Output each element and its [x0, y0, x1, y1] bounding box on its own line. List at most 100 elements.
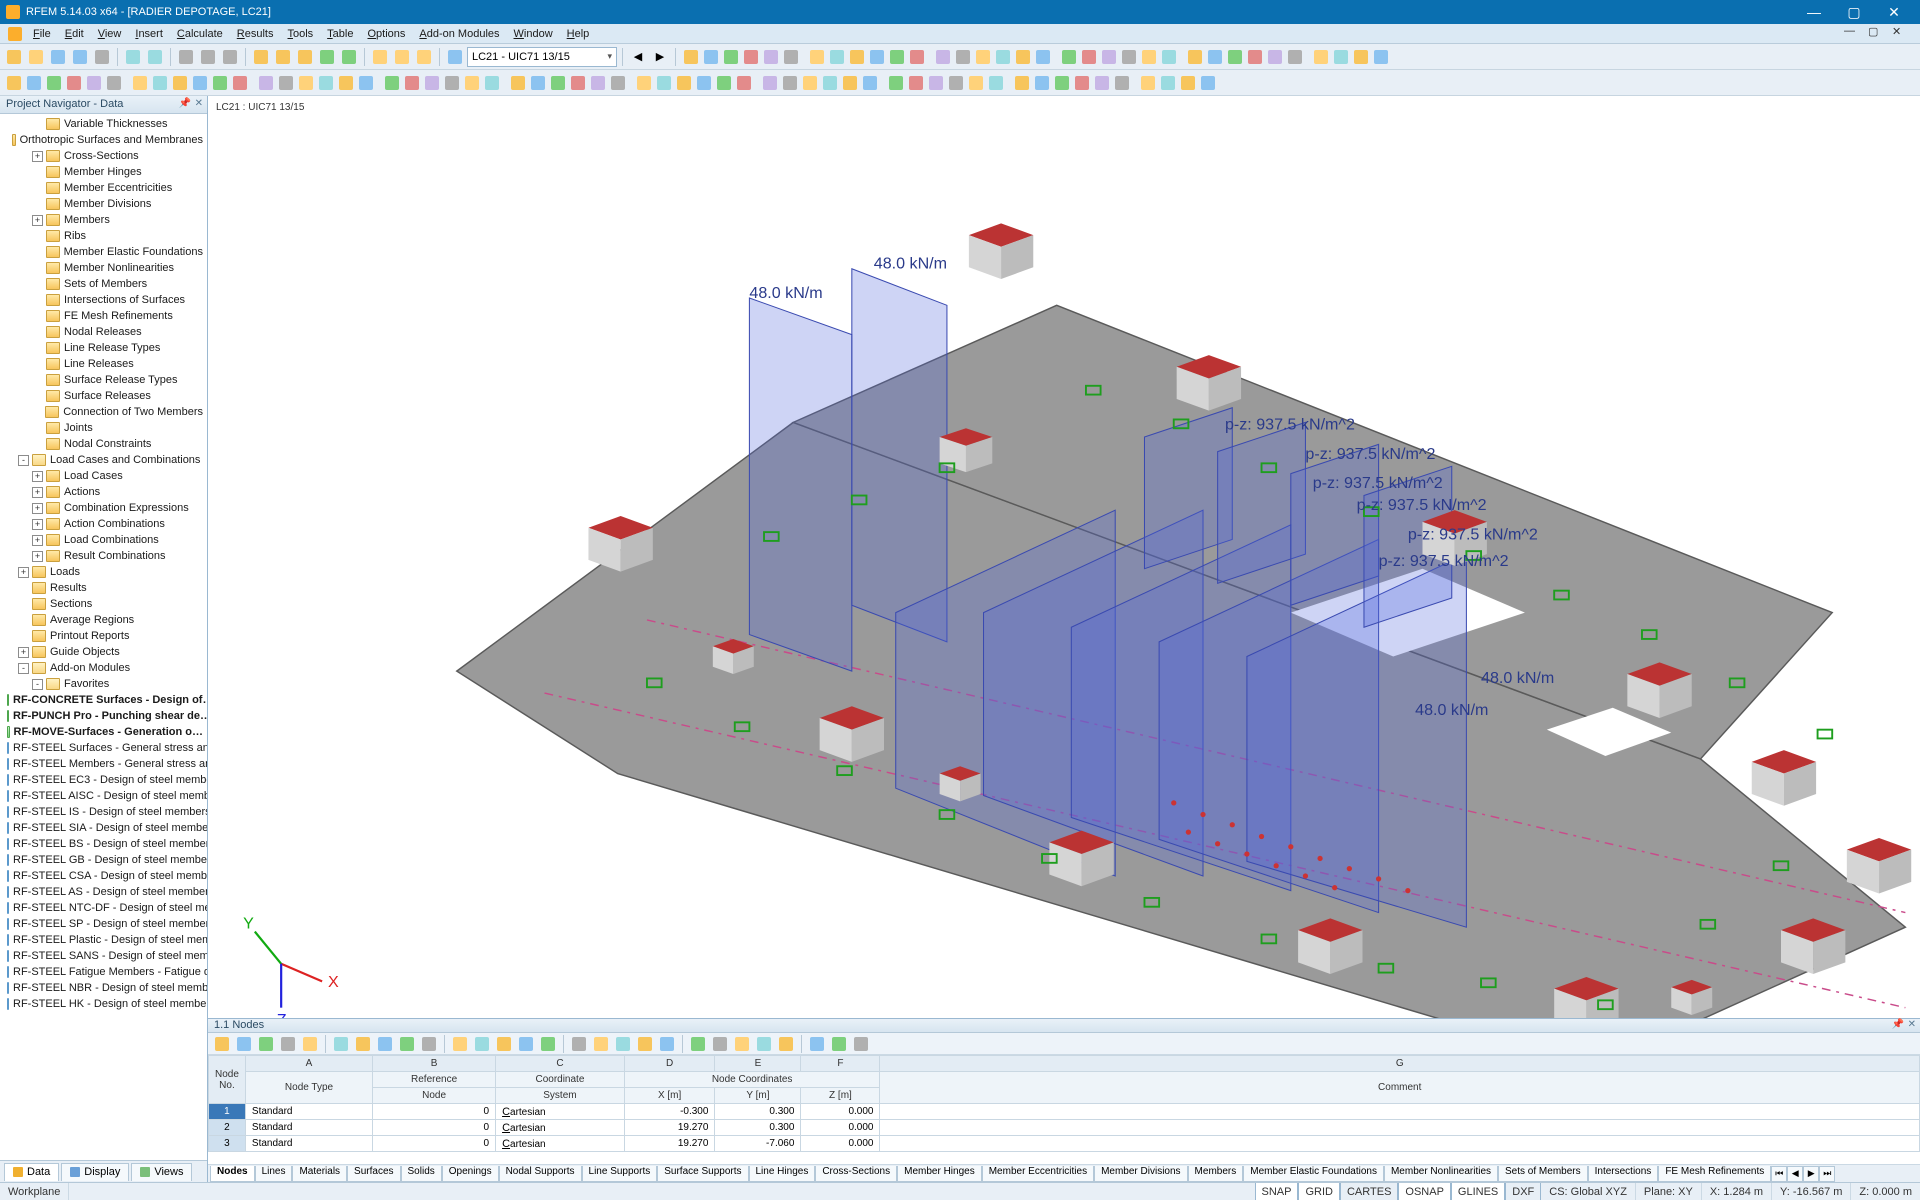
- tree-item[interactable]: RF-STEEL AS - Design of steel members: [0, 884, 207, 900]
- tree-item[interactable]: RF-STEEL Fatigue Members - Fatigue de: [0, 964, 207, 980]
- cell-z[interactable]: 0.000: [801, 1104, 880, 1120]
- tree-item[interactable]: RF-STEEL AISC - Design of steel membe: [0, 788, 207, 804]
- table-tab[interactable]: Member Elastic Foundations: [1243, 1166, 1384, 1182]
- toolbar-button[interactable]: [860, 73, 880, 93]
- tree-item[interactable]: +Members: [0, 212, 207, 228]
- nav-tab-views[interactable]: Views: [131, 1163, 192, 1181]
- toolbar-button[interactable]: [462, 73, 482, 93]
- tree-item[interactable]: +Loads: [0, 564, 207, 580]
- toolbar-button[interactable]: [588, 73, 608, 93]
- toolbar-button[interactable]: [1158, 73, 1178, 93]
- tree-item[interactable]: RF-STEEL Plastic - Design of steel memb: [0, 932, 207, 948]
- cell-sys[interactable]: Cartesian: [496, 1120, 625, 1136]
- toolbar-button[interactable]: [807, 47, 827, 67]
- table-toolbar-button[interactable]: [688, 1034, 708, 1054]
- col-comment[interactable]: Comment: [880, 1072, 1920, 1104]
- tree-item[interactable]: RF-STEEL GB - Design of steel members: [0, 852, 207, 868]
- tree-item[interactable]: RF-STEEL Surfaces - General stress analy: [0, 740, 207, 756]
- toolbar-button[interactable]: [1032, 73, 1052, 93]
- cell-ref[interactable]: 0: [373, 1136, 496, 1152]
- menu-options[interactable]: Options: [360, 26, 412, 42]
- tb-undo[interactable]: [123, 47, 143, 67]
- toolbar-button[interactable]: [1138, 73, 1158, 93]
- mdi-minimize-button[interactable]: —: [1844, 25, 1868, 43]
- toolbar-button[interactable]: [1119, 47, 1139, 67]
- tree-item[interactable]: Variable Thicknesses: [0, 116, 207, 132]
- menu-tools[interactable]: Tools: [280, 26, 320, 42]
- toolbar-button[interactable]: [906, 73, 926, 93]
- toolbar-button[interactable]: [1099, 47, 1119, 67]
- toolbar-button[interactable]: [442, 73, 462, 93]
- table-toolbar-button[interactable]: [516, 1034, 536, 1054]
- table-tab[interactable]: Member Nonlinearities: [1384, 1166, 1498, 1182]
- toolbar-button[interactable]: [681, 47, 701, 67]
- toolbar-button[interactable]: [1205, 47, 1225, 67]
- collapse-icon[interactable]: -: [18, 663, 29, 674]
- tree-item[interactable]: +Action Combinations: [0, 516, 207, 532]
- table-toolbar-button[interactable]: [375, 1034, 395, 1054]
- col-system[interactable]: System: [496, 1088, 625, 1104]
- table-tab[interactable]: Line Hinges: [749, 1166, 816, 1182]
- cell-x[interactable]: 19.270: [624, 1120, 715, 1136]
- cell-ref[interactable]: 0: [373, 1104, 496, 1120]
- toolbar-button[interactable]: [296, 73, 316, 93]
- maximize-button[interactable]: ▢: [1834, 0, 1874, 24]
- toolbar-button[interactable]: [973, 47, 993, 67]
- tb-saveall[interactable]: [70, 47, 90, 67]
- cell-sys[interactable]: Cartesian: [496, 1104, 625, 1120]
- tree-item[interactable]: Member Eccentricities: [0, 180, 207, 196]
- toolbar-button[interactable]: [993, 47, 1013, 67]
- toolbar-button[interactable]: [760, 73, 780, 93]
- cell-type[interactable]: Standard: [245, 1104, 372, 1120]
- tree-item[interactable]: +Cross-Sections: [0, 148, 207, 164]
- expand-icon[interactable]: +: [32, 503, 43, 514]
- cell-z[interactable]: 0.000: [801, 1136, 880, 1152]
- tree-item[interactable]: Nodal Releases: [0, 324, 207, 340]
- tree-item[interactable]: Connection of Two Members: [0, 404, 207, 420]
- tree-item[interactable]: +Load Cases: [0, 468, 207, 484]
- toolbar-button[interactable]: [548, 73, 568, 93]
- toolbar-button[interactable]: [926, 73, 946, 93]
- tree-item[interactable]: Line Release Types: [0, 340, 207, 356]
- col-z[interactable]: Z [m]: [801, 1088, 880, 1104]
- tb-zoomwin[interactable]: [295, 47, 315, 67]
- expand-icon[interactable]: +: [32, 519, 43, 530]
- table-toolbar-button[interactable]: [331, 1034, 351, 1054]
- toolbar-button[interactable]: [734, 73, 754, 93]
- tree-item[interactable]: Sets of Members: [0, 276, 207, 292]
- menu-help[interactable]: Help: [560, 26, 597, 42]
- toolbar-button[interactable]: [780, 73, 800, 93]
- tree-item[interactable]: RF-STEEL SANS - Design of steel membe: [0, 948, 207, 964]
- col-ref[interactable]: Reference: [373, 1072, 496, 1088]
- table-toolbar-button[interactable]: [538, 1034, 558, 1054]
- toolbar-button[interactable]: [1371, 47, 1391, 67]
- row-number[interactable]: 3: [209, 1136, 246, 1152]
- toolbar-button[interactable]: [382, 73, 402, 93]
- minimize-button[interactable]: —: [1794, 0, 1834, 24]
- col-letter[interactable]: B: [373, 1056, 496, 1072]
- tree-item[interactable]: +Combination Expressions: [0, 500, 207, 516]
- table-toolbar-button[interactable]: [732, 1034, 752, 1054]
- table-tab[interactable]: Solids: [401, 1166, 442, 1182]
- status-toggle-snap[interactable]: SNAP: [1255, 1183, 1299, 1200]
- table-toolbar-button[interactable]: [829, 1034, 849, 1054]
- tree-item[interactable]: -Favorites: [0, 676, 207, 692]
- menu-file[interactable]: File: [26, 26, 58, 42]
- tree-item[interactable]: Orthotropic Surfaces and Membranes: [0, 132, 207, 148]
- expand-icon[interactable]: +: [18, 647, 29, 658]
- table-toolbar-button[interactable]: [754, 1034, 774, 1054]
- toolbar-button[interactable]: [104, 73, 124, 93]
- mdi-restore-button[interactable]: ▢: [1868, 25, 1892, 43]
- toolbar-button[interactable]: [634, 73, 654, 93]
- toolbar-button[interactable]: [1079, 47, 1099, 67]
- table-row[interactable]: 3Standard0Cartesian19.270-7.0600.000: [209, 1136, 1920, 1152]
- table-toolbar-button[interactable]: [450, 1034, 470, 1054]
- table-toolbar-button[interactable]: [591, 1034, 611, 1054]
- loadcase-combo[interactable]: LC21 - UIC71 13/15: [467, 47, 617, 67]
- table-toolbar-button[interactable]: [278, 1034, 298, 1054]
- tb-find[interactable]: [251, 47, 271, 67]
- cell-x[interactable]: -0.300: [624, 1104, 715, 1120]
- cell-sys[interactable]: Cartesian: [496, 1136, 625, 1152]
- table-tab[interactable]: Member Divisions: [1094, 1166, 1187, 1182]
- table-toolbar-button[interactable]: [635, 1034, 655, 1054]
